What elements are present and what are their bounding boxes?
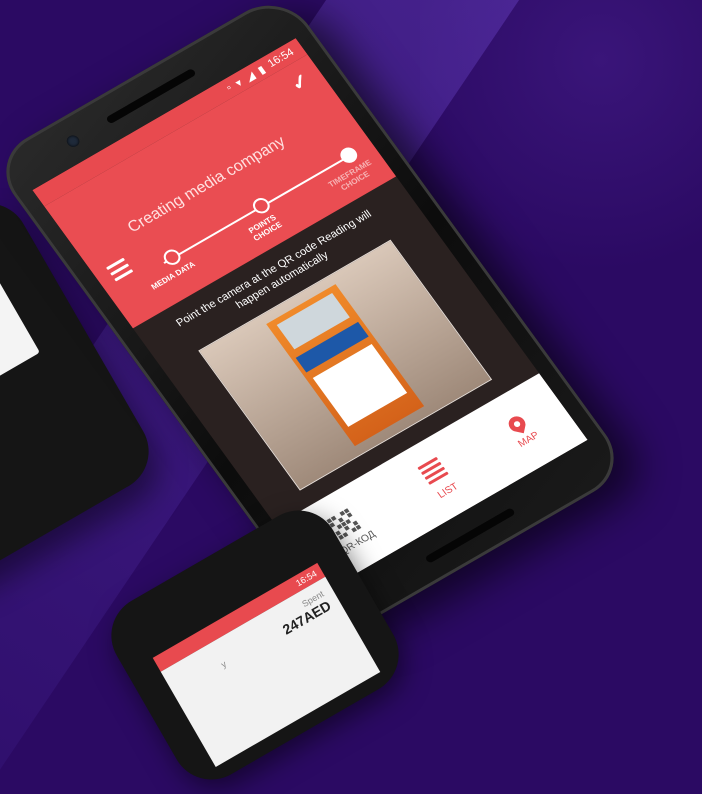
tab-list[interactable]: LIST [417,456,460,500]
step-dot [160,246,184,268]
list-icon [417,456,450,487]
map-pin-icon [507,414,527,433]
vibrate-icon: ▫ [223,82,235,94]
step-media-data[interactable]: MEDIA DATA [149,243,199,291]
step-points-choice[interactable]: POINTS CHOICE [243,191,293,243]
step-dot [249,195,273,217]
battery-icon: ▮ [255,63,268,77]
step-dot [337,144,361,166]
day-label: y [219,658,229,670]
signal-icon: ◢ [242,69,258,84]
front-camera [64,133,82,150]
step-timeframe-choice[interactable]: TIMEFRAME CHOICE [327,141,380,192]
side-phone-screen [0,248,40,413]
hamburger-menu-icon[interactable] [105,257,136,285]
confirm-check-icon[interactable]: ✓ [286,68,315,97]
tab-map[interactable]: MAP [503,412,541,449]
wifi-icon: ▾ [232,76,245,90]
tab-label: LIST [435,480,461,501]
payment-kiosk-image [266,284,425,447]
